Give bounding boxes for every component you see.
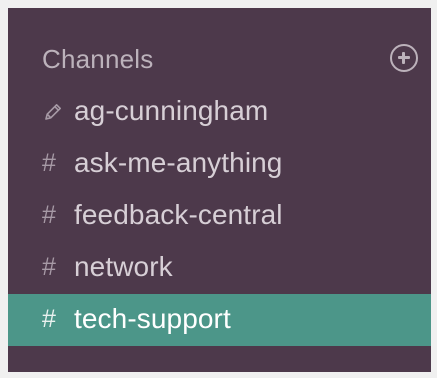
window-frame: Channels ag-cunningham # ask-me-anything… (0, 0, 437, 378)
hash-icon: # (42, 149, 56, 177)
channel-item-network[interactable]: # network (8, 242, 431, 294)
plus-circle-icon[interactable] (390, 44, 418, 72)
channel-item-ask-me-anything[interactable]: # ask-me-anything (8, 138, 431, 190)
channel-item-ag-cunningham[interactable]: ag-cunningham (8, 86, 431, 138)
channel-name: ag-cunningham (74, 95, 269, 126)
pencil-icon (45, 104, 61, 120)
channel-item-feedback-central[interactable]: # feedback-central (8, 190, 431, 242)
channel-name: ask-me-anything (74, 147, 283, 178)
hash-icon: # (42, 253, 56, 281)
channels-section-title[interactable]: Channels (42, 44, 153, 75)
channel-list: ag-cunningham # ask-me-anything # feedba… (8, 86, 431, 346)
hash-icon: # (42, 305, 56, 333)
channels-sidebar: Channels ag-cunningham # ask-me-anything… (8, 8, 431, 372)
channels-section-header: Channels (8, 38, 431, 78)
channel-name: feedback-central (74, 199, 283, 230)
channel-name: tech-support (74, 303, 231, 334)
channel-item-tech-support[interactable]: # tech-support (8, 294, 431, 346)
channel-name: network (74, 251, 173, 282)
hash-icon: # (42, 201, 56, 229)
